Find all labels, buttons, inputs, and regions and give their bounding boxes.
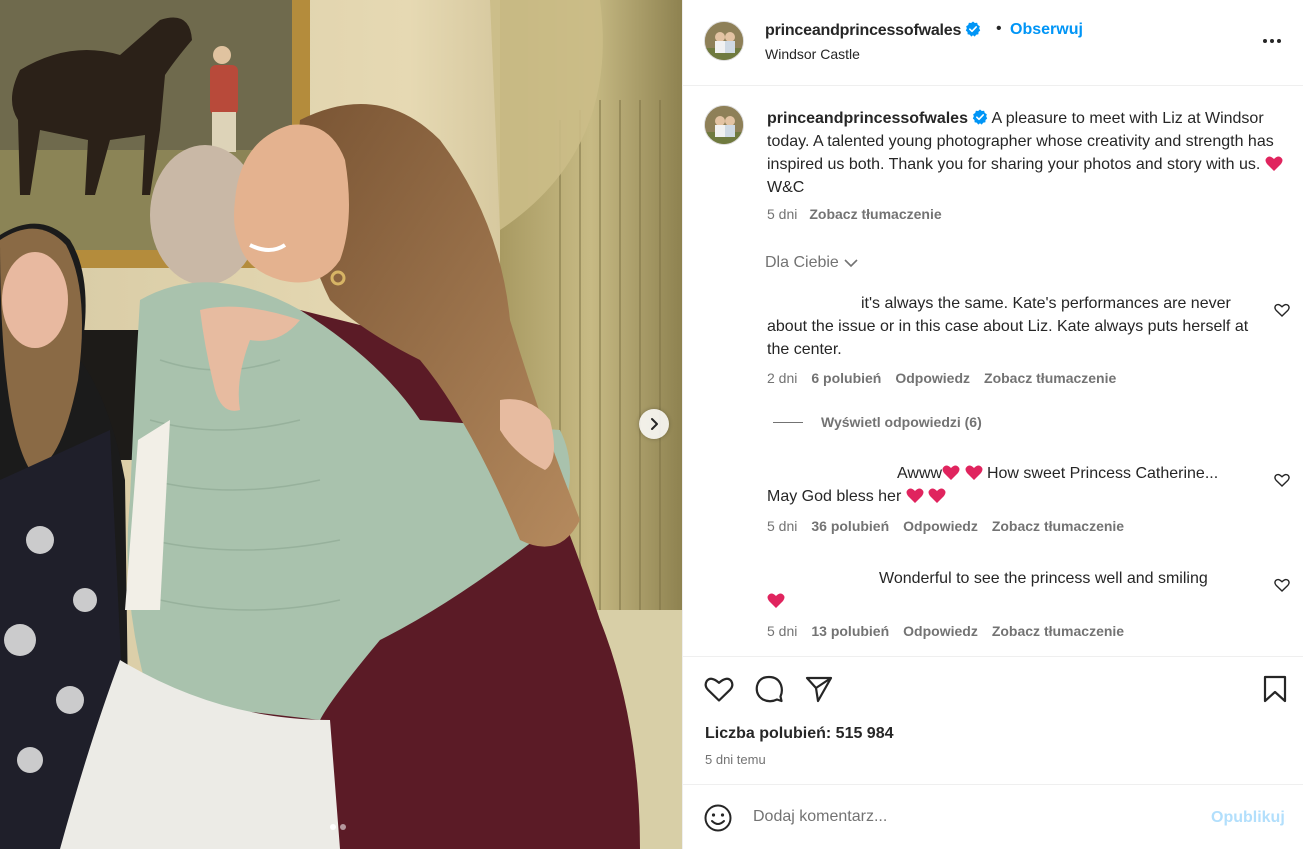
red-heart-emoji-icon — [928, 488, 946, 503]
replies-divider — [773, 421, 803, 423]
comment-1-reply-button[interactable]: Odpowiedz — [895, 370, 970, 386]
red-heart-emoji-icon — [1265, 156, 1283, 171]
separator-dot: • — [996, 20, 1002, 37]
comment-2-body-start: Awww — [897, 465, 943, 482]
post-photo[interactable] — [0, 0, 682, 849]
carousel-dot — [330, 824, 336, 830]
comment-3-time[interactable]: 5 dni — [767, 623, 797, 639]
comment-3-text: Wonderful to see the princess well and s… — [767, 567, 1267, 613]
comment-3-body: Wonderful to see the princess well and s… — [879, 570, 1208, 587]
publish-button[interactable]: Opublikuj — [1211, 809, 1285, 827]
comment-2-like-icon[interactable] — [1274, 472, 1290, 488]
comment-sort-label: Dla Ciebie — [765, 254, 839, 271]
more-options-button[interactable] — [1260, 30, 1286, 50]
next-photo-button[interactable] — [639, 409, 669, 439]
bookmark-icon — [1263, 675, 1287, 703]
comment-3-meta: 5 dni 13 polubień Odpowiedz Zobacz tłuma… — [767, 623, 1124, 639]
red-heart-emoji-icon — [942, 465, 960, 480]
chevron-down-icon — [844, 259, 858, 268]
comment-2-likes[interactable]: 36 polubień — [811, 518, 889, 534]
comment-button[interactable] — [753, 673, 785, 705]
save-button[interactable] — [1259, 673, 1291, 705]
smiley-icon — [704, 804, 732, 832]
heart-icon — [704, 677, 734, 702]
comment-input[interactable] — [753, 805, 1193, 829]
add-comment-bar: Opublikuj — [683, 784, 1303, 849]
comment-3-translate-button[interactable]: Zobacz tłumaczenie — [992, 623, 1124, 639]
caption-text: princeandprincessofwales A pleasure to m… — [767, 107, 1287, 199]
comment-2-time[interactable]: 5 dni — [767, 518, 797, 534]
follow-button[interactable]: Obserwuj — [1010, 21, 1083, 39]
post-header: princeandprincessofwales • Obserwuj Wind… — [683, 0, 1303, 86]
post-details-panel: princeandprincessofwales • Obserwuj Wind… — [682, 0, 1303, 849]
comment-2-translate-button[interactable]: Zobacz tłumaczenie — [992, 518, 1124, 534]
comment-2-text: Awww How sweet Princess Catherine... May… — [767, 462, 1267, 508]
like-button[interactable] — [703, 673, 735, 705]
likes-count[interactable]: Liczba polubień: 515 984 — [705, 725, 894, 743]
red-heart-emoji-icon — [767, 593, 785, 608]
comment-3-likes[interactable]: 13 polubień — [811, 623, 889, 639]
comment-2-meta: 5 dni 36 polubień Odpowiedz Zobacz tłuma… — [767, 518, 1124, 534]
post-location[interactable]: Windsor Castle — [765, 46, 860, 62]
view-replies-label: Wyświetl odpowiedzi (6) — [821, 414, 982, 430]
comment-2-body-middle: How sweet Princess Catherine... — [986, 465, 1219, 482]
emoji-button[interactable] — [703, 803, 733, 838]
caption-username[interactable]: princeandprincessofwales — [767, 110, 968, 127]
comment-3-like-icon[interactable] — [1274, 577, 1290, 593]
avatar-image — [705, 22, 743, 60]
comment-1-meta: 2 dni 6 polubień Odpowiedz Zobacz tłumac… — [767, 370, 1116, 386]
comment-3-reply-button[interactable]: Odpowiedz — [903, 623, 978, 639]
caption-avatar[interactable] — [704, 105, 744, 145]
comment-bubble-icon — [755, 675, 783, 703]
avatar-image — [705, 106, 743, 144]
caption-signature: W&C — [767, 179, 805, 196]
comment-1-like-icon[interactable] — [1274, 302, 1290, 318]
caption-time[interactable]: 5 dni — [767, 206, 797, 222]
verified-badge-icon — [965, 21, 981, 37]
carousel-dots — [330, 824, 346, 830]
share-button[interactable] — [803, 673, 835, 705]
view-replies-button[interactable]: Wyświetl odpowiedzi (6) — [773, 414, 982, 430]
comment-1-time[interactable]: 2 dni — [767, 370, 797, 386]
paper-plane-icon — [805, 676, 833, 703]
comment-1-translate-button[interactable]: Zobacz tłumaczenie — [984, 370, 1116, 386]
more-horizontal-icon — [1263, 39, 1281, 43]
caption-meta: 5 dni Zobacz tłumaczenie — [767, 206, 942, 222]
comment-sort-dropdown[interactable]: Dla Ciebie — [765, 254, 859, 272]
carousel-dot — [340, 824, 346, 830]
chevron-right-icon — [651, 418, 658, 430]
author-avatar[interactable] — [704, 21, 744, 61]
post-date[interactable]: 5 dni temu — [705, 752, 766, 767]
username-text[interactable]: princeandprincessofwales — [765, 22, 961, 39]
verified-badge-icon — [972, 109, 988, 125]
author-username[interactable]: princeandprincessofwales — [765, 21, 981, 40]
post-actions: Liczba polubień: 515 984 5 dni temu — [683, 656, 1303, 784]
comment-1-text: it's always the same. Kate's performance… — [767, 292, 1267, 361]
caption-translate-button[interactable]: Zobacz tłumaczenie — [809, 206, 941, 222]
comment-1-body: it's always the same. Kate's performance… — [767, 295, 1249, 358]
comment-1-likes[interactable]: 6 polubień — [811, 370, 881, 386]
red-heart-emoji-icon — [906, 488, 924, 503]
comment-2-reply-button[interactable]: Odpowiedz — [903, 518, 978, 534]
red-heart-emoji-icon — [965, 465, 982, 480]
post-image — [0, 0, 682, 849]
comment-2-body-end: May God bless her — [767, 488, 902, 505]
